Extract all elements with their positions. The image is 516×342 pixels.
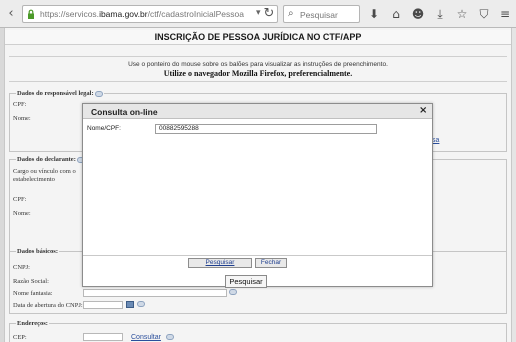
declarante-legend: Dados do declarante: bbox=[16, 156, 86, 163]
reload-icon[interactable]: ↻ bbox=[260, 5, 278, 23]
data-abertura-input[interactable] bbox=[83, 301, 123, 309]
lock-icon bbox=[28, 9, 34, 19]
basicos-legend: Dados básicos: bbox=[17, 248, 58, 255]
instructions-line2: Utilize o navegador Mozilla Firefox, pre… bbox=[163, 69, 353, 78]
consulta-dialog: Consulta on-line × Nome/CPF: 00882595288… bbox=[82, 103, 433, 287]
background-link-fragment[interactable]: sa bbox=[432, 137, 439, 144]
pocket-icon[interactable]: ⛉ bbox=[476, 5, 492, 23]
dialog-header: Consulta on-line × bbox=[83, 104, 432, 119]
search-placeholder: Pesquisar bbox=[300, 10, 338, 20]
declarante-nome-label: Nome: bbox=[13, 210, 31, 217]
nome-fantasia-input[interactable] bbox=[83, 289, 227, 297]
responsavel-legend: Dados do responsável legal: bbox=[16, 90, 104, 97]
url-bar[interactable]: https://servicos.ibama.gov.br/ctf/cadast… bbox=[22, 5, 278, 23]
hello-chat-icon[interactable]: ☻ bbox=[410, 5, 426, 23]
declarante-cpf-label: CPF: bbox=[13, 196, 27, 203]
instructions-box: Use o ponteiro do mouse sobre os balões … bbox=[9, 56, 507, 82]
razao-social-label: Razão Social: bbox=[13, 278, 49, 285]
help-balloon-icon[interactable] bbox=[94, 90, 103, 97]
nome-cpf-input[interactable]: 00882595288 bbox=[155, 124, 377, 134]
download-icon[interactable]: ⬇ bbox=[366, 5, 382, 23]
help-balloon-icon[interactable] bbox=[137, 301, 145, 307]
downloads-arrow-icon[interactable]: ⤓ bbox=[432, 5, 448, 23]
calendar-icon[interactable] bbox=[126, 301, 134, 308]
search-bar[interactable]: ⌕ Pesquisar bbox=[283, 5, 360, 23]
cargo-label-line2: estabelecimento bbox=[13, 176, 55, 183]
url-text: https://servicos.ibama.gov.br/ctf/cadast… bbox=[40, 9, 244, 19]
close-icon[interactable]: × bbox=[419, 105, 427, 116]
back-icon[interactable]: ‹ bbox=[2, 5, 20, 23]
cnpj-label: CNPJ: bbox=[13, 264, 30, 271]
home-icon[interactable]: ⌂ bbox=[388, 5, 404, 23]
browser-toolbar: ‹ https://servicos.ibama.gov.br/ctf/cada… bbox=[0, 0, 516, 28]
cargo-label-line1: Cargo ou vínculo com o bbox=[13, 168, 76, 175]
nome-fantasia-label: Nome fantasia: bbox=[13, 290, 53, 297]
pesquisar-tooltip: Pesquisar bbox=[225, 275, 267, 288]
cep-input[interactable] bbox=[83, 333, 123, 341]
enderecos-legend: Endereços: bbox=[17, 320, 48, 327]
consultar-cep-link[interactable]: Consultar bbox=[131, 334, 161, 341]
dialog-divider bbox=[83, 255, 432, 256]
bookmark-star-icon[interactable]: ☆ bbox=[454, 5, 470, 23]
menu-icon[interactable]: ≡ bbox=[497, 5, 513, 23]
data-abertura-label: Data de abertura do CNPJ: bbox=[13, 302, 83, 309]
instructions-line1: Use o ponteiro do mouse sobre os balões … bbox=[128, 61, 388, 68]
responsavel-cpf-label: CPF: bbox=[13, 101, 27, 108]
search-icon: ⌕ bbox=[288, 8, 294, 19]
page-title: INSCRIÇÃO DE PESSOA JURÍDICA NO CTF/APP bbox=[5, 30, 511, 45]
pesquisar-button[interactable]: Pesquisar bbox=[188, 258, 252, 268]
help-balloon-icon[interactable] bbox=[166, 334, 174, 340]
help-balloon-icon[interactable] bbox=[229, 289, 237, 295]
cep-label: CEP: bbox=[13, 334, 27, 341]
nome-cpf-label: Nome/CPF: bbox=[87, 125, 121, 132]
dialog-title: Consulta on-line bbox=[91, 107, 158, 117]
responsavel-nome-label: Nome: bbox=[13, 115, 31, 122]
page-scrollbar[interactable] bbox=[512, 28, 516, 342]
fechar-button[interactable]: Fechar bbox=[255, 258, 287, 268]
